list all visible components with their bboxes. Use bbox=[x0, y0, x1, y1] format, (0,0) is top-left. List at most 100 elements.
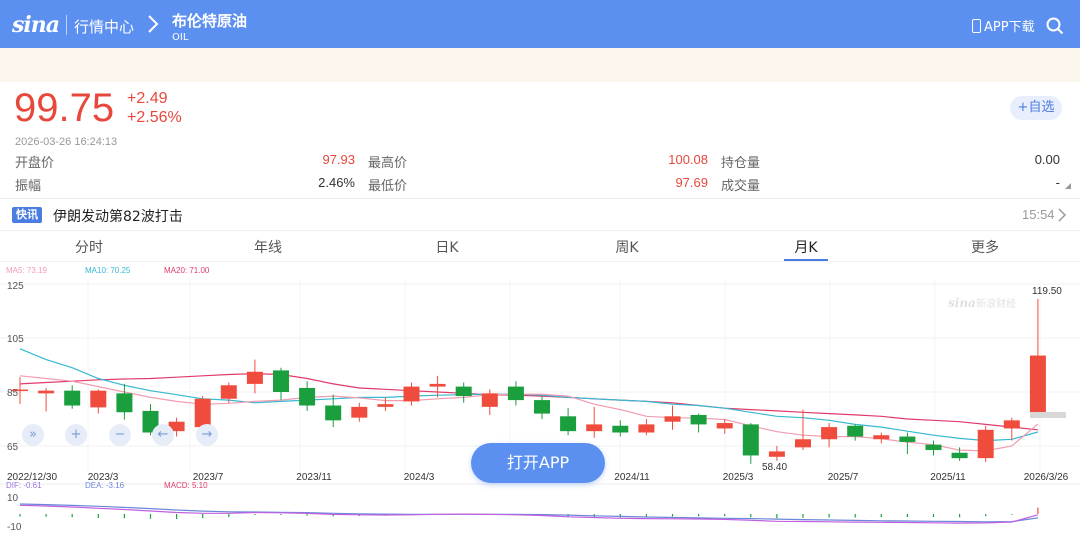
search-icon[interactable] bbox=[1046, 17, 1064, 35]
price-change: +2.49 bbox=[127, 90, 168, 107]
arrow-right-icon[interactable]: → bbox=[196, 424, 218, 446]
add-favorite-button[interactable]: +自选 bbox=[1010, 96, 1062, 120]
ma10-legend: MA10: 70.25 bbox=[85, 266, 131, 275]
candle-body bbox=[977, 429, 994, 459]
dea-line bbox=[19, 503, 1038, 523]
x-tick-label: 2024/11 bbox=[614, 472, 650, 483]
low-value: 97.69 bbox=[675, 175, 708, 190]
candle-body bbox=[742, 424, 759, 456]
amplitude-label: 振幅 bbox=[15, 179, 42, 194]
candle-body bbox=[377, 404, 394, 407]
notice-banner bbox=[0, 48, 1080, 82]
open-interest-label: 持仓量 bbox=[721, 156, 761, 171]
crosshair-price-marker bbox=[1030, 412, 1066, 418]
news-title[interactable]: 伊朗发动第82波打击 bbox=[53, 206, 183, 226]
dif-legend: DIF: -0.61 bbox=[6, 481, 42, 490]
phone-icon bbox=[972, 18, 981, 33]
top-bar: sina 行情中心 布伦特原油 OIL APP下载 bbox=[0, 0, 1080, 48]
arrow-left-icon[interactable]: ← bbox=[152, 424, 174, 446]
x-tick-label: 2025/11 bbox=[930, 472, 966, 483]
amplitude-value: 2.46% bbox=[318, 175, 355, 190]
ma5-legend: MA5: 73.19 bbox=[6, 266, 47, 275]
candle-body bbox=[768, 451, 785, 457]
macd-legend: MACD: 5.10 bbox=[164, 481, 208, 490]
tab-monthly-k[interactable]: 月K bbox=[794, 237, 817, 257]
svg-text:sina: sina bbox=[948, 296, 976, 310]
candle-body bbox=[664, 416, 681, 422]
candle-body bbox=[716, 423, 733, 429]
candle-body bbox=[873, 435, 890, 440]
news-ticker[interactable]: 快讯 伊朗发动第82波打击 15:54 bbox=[0, 198, 1080, 230]
x-tick-label: 2025/7 bbox=[828, 472, 859, 483]
sina-logo[interactable]: sina bbox=[12, 12, 60, 38]
candle-body bbox=[403, 386, 420, 402]
candle-body bbox=[951, 452, 968, 459]
candle-body bbox=[194, 398, 211, 428]
app-download-button[interactable]: APP下载 bbox=[972, 16, 1035, 35]
candle-body bbox=[534, 400, 550, 414]
candle-body bbox=[273, 370, 289, 392]
candle-body bbox=[455, 386, 472, 397]
candle-body bbox=[690, 414, 707, 425]
dea-legend: DEA: -3.16 bbox=[85, 481, 125, 490]
candle-body bbox=[38, 390, 55, 394]
app-download-label: APP下载 bbox=[984, 20, 1035, 35]
tab-daily-k[interactable]: 日K bbox=[435, 237, 458, 257]
candle-body bbox=[64, 390, 81, 406]
period-tabs: 分时 年线 日K 周K 月K 更多 bbox=[0, 230, 1080, 262]
kline-chart[interactable]: MA5: 73.19 MA10: 70.25 MA20: 71.00 125 1… bbox=[0, 262, 1080, 540]
macd-y-tick: -10 bbox=[7, 522, 22, 533]
tab-yearly[interactable]: 年线 bbox=[254, 237, 282, 257]
tab-more[interactable]: 更多 bbox=[971, 237, 999, 257]
candle-body bbox=[1003, 420, 1020, 429]
macd-panel bbox=[19, 503, 1039, 524]
candle-body bbox=[299, 387, 316, 406]
candle-body bbox=[429, 383, 446, 387]
ma20-line bbox=[19, 372, 1038, 431]
candle-body bbox=[925, 444, 942, 451]
news-time: 15:54 bbox=[1022, 207, 1055, 222]
product-code: OIL bbox=[172, 32, 189, 43]
candle-body bbox=[507, 386, 524, 401]
watermark-text: 新浪财经 bbox=[976, 297, 1016, 310]
candle-body bbox=[899, 436, 916, 442]
x-tick-label: 2026/3/26 bbox=[1024, 472, 1069, 483]
header-divider bbox=[66, 15, 67, 35]
y-tick-label: 65 bbox=[7, 442, 19, 453]
x-tick-label: 2025/3 bbox=[723, 472, 754, 483]
high-label: 最高价 bbox=[368, 156, 408, 171]
candle-body bbox=[821, 427, 838, 440]
candle-body bbox=[220, 385, 237, 399]
candle-body bbox=[90, 390, 107, 408]
ma20-line bbox=[19, 372, 1038, 431]
candle-body bbox=[560, 416, 577, 432]
candle-body bbox=[795, 439, 811, 448]
open-value: 97.93 bbox=[322, 152, 355, 167]
market-center-link[interactable]: 行情中心 bbox=[74, 16, 134, 37]
open-app-button[interactable]: 打开APP bbox=[471, 443, 605, 483]
chevron-right-icon bbox=[148, 15, 159, 33]
y-tick-label: 125 bbox=[7, 281, 24, 292]
ma20-legend: MA20: 71.00 bbox=[164, 266, 210, 275]
candle-body bbox=[1029, 355, 1046, 413]
product-name: 布伦特原油 bbox=[172, 12, 248, 30]
low-label: 最低价 bbox=[368, 179, 408, 194]
tab-intraday[interactable]: 分时 bbox=[75, 237, 103, 257]
candle-body bbox=[586, 424, 603, 432]
candle-body bbox=[325, 405, 342, 421]
macd-y-tick: 10 bbox=[7, 493, 19, 504]
candle-body bbox=[638, 424, 655, 433]
candle-body bbox=[116, 393, 133, 413]
fast-forward-icon[interactable]: » bbox=[22, 424, 44, 446]
expand-stats-icon[interactable] bbox=[1065, 183, 1071, 189]
chevron-right-icon bbox=[1058, 208, 1066, 222]
x-tick-label: 2023/11 bbox=[296, 472, 332, 483]
max-price-label: 119.50 bbox=[1032, 286, 1062, 297]
zoom-in-icon[interactable]: + bbox=[65, 424, 87, 446]
candle-body bbox=[847, 425, 864, 437]
open-label: 开盘价 bbox=[15, 156, 55, 171]
news-badge: 快讯 bbox=[12, 207, 42, 223]
zoom-out-icon[interactable]: − bbox=[109, 424, 131, 446]
candle-body bbox=[246, 371, 263, 384]
tab-weekly-k[interactable]: 周K bbox=[615, 237, 638, 257]
